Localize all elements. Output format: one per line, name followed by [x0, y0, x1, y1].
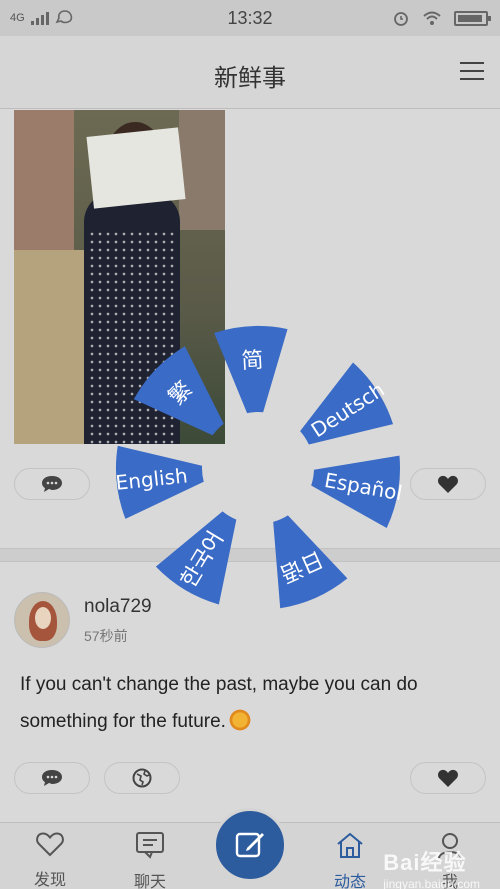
globe-icon — [132, 768, 152, 788]
comment-button-2[interactable] — [14, 762, 90, 794]
watermark: Bai经验 jingyan.baidu.com — [383, 845, 480, 889]
post-separator — [0, 548, 500, 562]
post-text-content: If you can't change the past, maybe you … — [20, 674, 418, 732]
heart-outline-icon — [36, 832, 64, 857]
heart-icon — [438, 769, 458, 787]
language-option-label: 简 — [241, 348, 264, 374]
status-bar: 4G 13:32 — [0, 0, 500, 36]
menu-icon[interactable] — [460, 62, 484, 82]
avatar[interactable] — [14, 592, 70, 648]
watermark-brand: Bai经验 — [383, 850, 467, 875]
wifi-icon — [423, 11, 441, 25]
house-icon — [337, 832, 363, 858]
compose-button[interactable] — [213, 808, 287, 882]
app-header: 新鲜事 — [0, 36, 500, 109]
comment-button[interactable] — [14, 468, 90, 500]
alarm-icon — [394, 12, 408, 26]
feed[interactable]: nola729 57秒前 If you can't change the pas… — [0, 110, 500, 822]
heart-icon — [438, 475, 458, 493]
page-title: 新鲜事 — [214, 65, 286, 92]
like-button[interactable] — [410, 468, 486, 500]
comment-icon — [42, 476, 62, 492]
nav-discover[interactable]: 发现 — [20, 831, 80, 889]
post-text: If you can't change the past, maybe you … — [20, 666, 480, 740]
battery-icon — [454, 10, 491, 26]
compose-icon — [235, 832, 264, 858]
comment-icon — [42, 770, 62, 786]
nav-label: 动态 — [333, 874, 366, 889]
nav-label: 发现 — [33, 872, 66, 889]
nav-label: 聊天 — [133, 874, 166, 889]
post-time: 57秒前 — [84, 628, 128, 644]
watermark-domain: jingyan.baidu.com — [383, 877, 480, 889]
username[interactable]: nola729 — [84, 596, 152, 618]
translate-button[interactable] — [104, 762, 180, 794]
chat-bubble-icon — [136, 832, 164, 859]
status-right — [392, 9, 491, 27]
nav-feed[interactable]: 动态 — [320, 831, 380, 889]
like-button-2[interactable] — [410, 762, 486, 794]
nav-chat[interactable]: 聊天 — [120, 831, 180, 889]
sun-emoji-icon — [227, 708, 252, 732]
